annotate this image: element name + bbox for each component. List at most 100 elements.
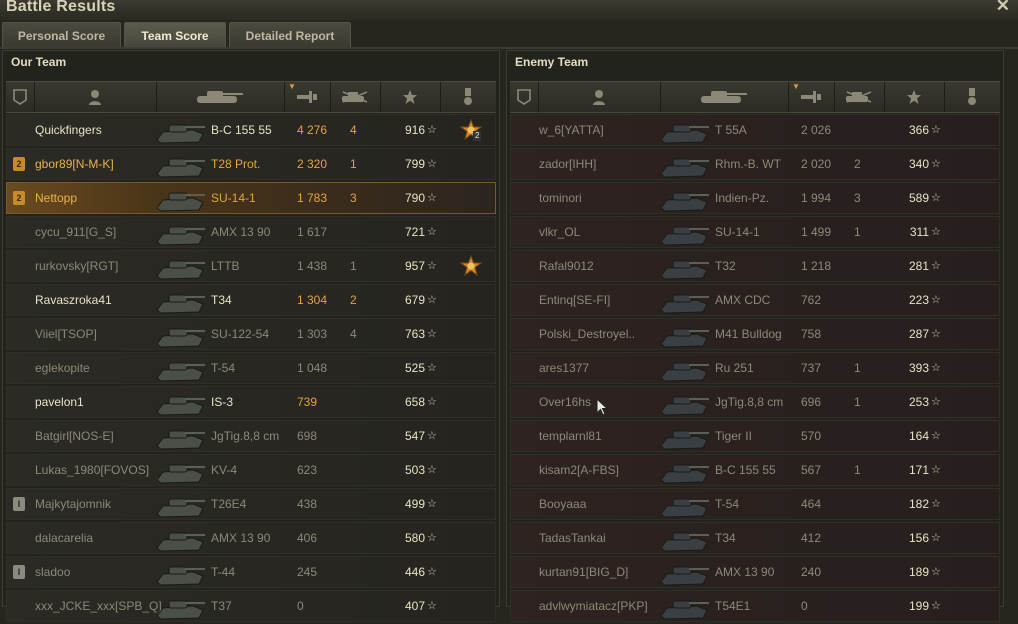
xp-star-icon: ☆ bbox=[427, 328, 437, 340]
player-icon[interactable] bbox=[34, 82, 157, 112]
table-row[interactable]: advlwymiatacz[PKP] T54E1 0 199 ☆ bbox=[510, 590, 1000, 622]
table-row[interactable]: eglekopite T-54 1 048 525 ☆ bbox=[6, 352, 496, 384]
damage-value: 739 bbox=[297, 395, 318, 409]
xp-value: 281 bbox=[908, 259, 929, 273]
xp-value: 311 bbox=[909, 225, 929, 239]
xp-star-icon: ☆ bbox=[931, 226, 941, 238]
damage-value: 1 218 bbox=[801, 259, 832, 273]
table-row[interactable]: xxx_JCKE_xxx[SPB_Q] T37 0 407 ☆ bbox=[6, 590, 496, 622]
xp-value: 156 bbox=[908, 531, 929, 545]
vehicle-icon[interactable] bbox=[156, 82, 285, 112]
vehicle-thumbnail-icon bbox=[156, 124, 205, 144]
kills-value: 2 bbox=[854, 157, 861, 171]
enemy-team-rows: w_6[YATTA] T 55A 2 026 366 ☆ zador[IHH] Rhm.-B… bbox=[510, 114, 1000, 624]
medal-award-icon bbox=[459, 255, 483, 277]
table-row[interactable]: dalacarelia AMX 13 90 406 580 ☆ bbox=[6, 522, 496, 554]
xp-value: 658 bbox=[404, 395, 425, 409]
table-row[interactable]: zador[IHH] Rhm.-B. WT 2 020 2 340 ☆ bbox=[510, 148, 1000, 180]
damage-value: 1 617 bbox=[297, 225, 328, 239]
player-name: ares1377 bbox=[539, 361, 590, 375]
kills-value: 3 bbox=[350, 191, 357, 205]
xp-star-icon: ☆ bbox=[931, 124, 941, 136]
table-row[interactable]: rurkovsky[RGT] LTTB 1 438 1 957 ☆ bbox=[6, 250, 496, 282]
xp-star-icon: ☆ bbox=[931, 566, 941, 578]
damage-value: 698 bbox=[297, 429, 318, 443]
damage-value: 1 304 bbox=[297, 293, 328, 307]
table-row[interactable]: Over16hs JgTig.8,8 cm 696 1 253 ☆ bbox=[510, 386, 1000, 418]
close-icon[interactable]: ✕ bbox=[996, 0, 1010, 16]
player-name: dalacarelia bbox=[35, 531, 94, 545]
vehicle-thumbnail-icon bbox=[660, 192, 709, 212]
table-row[interactable]: ares1377 Ru 251 737 1 393 ☆ bbox=[510, 352, 1000, 384]
table-row[interactable]: kisam2[A-FBS] B-C 155 55 567 1 171 ☆ bbox=[510, 454, 1000, 486]
vehicle-name: M41 Bulldog bbox=[715, 327, 782, 341]
table-row[interactable]: Ravaszroka41 T34 1 304 2 679 ☆ bbox=[6, 284, 496, 316]
xp-value: 340 bbox=[908, 157, 929, 171]
xp-value: 721 bbox=[404, 225, 425, 239]
tab-team-score[interactable]: Team Score bbox=[124, 22, 226, 48]
medal-icon[interactable] bbox=[440, 82, 496, 112]
table-row[interactable]: Viiel[TSOP] SU-122-54 1 303 4 763 ☆ bbox=[6, 318, 496, 350]
xp-star-icon: ☆ bbox=[931, 532, 941, 544]
tab-detailed-report[interactable]: Detailed Report bbox=[229, 22, 351, 48]
squad-badge-icon: 2 bbox=[13, 157, 25, 171]
table-row[interactable]: Polski_Destroyel.. M41 Bulldog 758 287 ☆ bbox=[510, 318, 1000, 350]
vehicle-thumbnail-icon bbox=[660, 396, 709, 416]
vehicle-name: Ru 251 bbox=[715, 361, 754, 375]
table-row[interactable]: Quickfingers B-C 155 55 4 276 4 916 ☆ 2 bbox=[6, 114, 496, 146]
kills-icon[interactable] bbox=[834, 82, 885, 112]
xp-star-icon: ☆ bbox=[931, 362, 941, 374]
xp-value: 407 bbox=[404, 599, 425, 613]
damage-value: 758 bbox=[801, 327, 822, 341]
vehicle-thumbnail-icon bbox=[156, 328, 205, 348]
player-icon[interactable] bbox=[538, 82, 661, 112]
table-row[interactable]: Entinq[SE-FI] AMX CDC 762 223 ☆ bbox=[510, 284, 1000, 316]
vehicle-name: Rhm.-B. WT bbox=[715, 157, 781, 171]
table-row[interactable]: kurtan91[BIG_D] AMX 13 90 240 189 ☆ bbox=[510, 556, 1000, 588]
table-row[interactable]: cycu_911[G_S] AMX 13 90 1 617 721 ☆ bbox=[6, 216, 496, 248]
xp-star-icon[interactable] bbox=[380, 82, 441, 112]
damage-value: 1 048 bbox=[297, 361, 328, 375]
player-name: Rafal9012 bbox=[539, 259, 594, 273]
xp-star-icon: ☆ bbox=[427, 396, 437, 408]
damage-icon[interactable]: ▼ bbox=[284, 82, 331, 112]
xp-value: 799 bbox=[404, 157, 425, 171]
damage-value: 2 020 bbox=[801, 157, 832, 171]
squad-icon[interactable] bbox=[510, 82, 539, 112]
vehicle-icon[interactable] bbox=[660, 82, 789, 112]
vehicle-name: Tiger II bbox=[715, 429, 752, 443]
table-row[interactable]: templarnl81 Tiger II 570 164 ☆ bbox=[510, 420, 1000, 452]
damage-value: 245 bbox=[297, 565, 318, 579]
xp-value: 223 bbox=[908, 293, 929, 307]
vehicle-thumbnail-icon bbox=[156, 600, 205, 620]
table-row[interactable]: Rafal9012 T32 1 218 281 ☆ bbox=[510, 250, 1000, 282]
vehicle-name: SU-122-54 bbox=[211, 327, 270, 341]
xp-value: 763 bbox=[404, 327, 425, 341]
table-row[interactable]: 2 Nettopp SU-14-1 1 783 3 790 ☆ bbox=[6, 182, 496, 214]
squad-icon[interactable] bbox=[6, 82, 35, 112]
table-row[interactable]: I Majkytajomnik T26E4 438 499 ☆ bbox=[6, 488, 496, 520]
damage-value: 0 bbox=[801, 599, 808, 613]
vehicle-thumbnail-icon bbox=[156, 396, 205, 416]
damage-icon[interactable]: ▼ bbox=[788, 82, 835, 112]
table-row[interactable]: Batgirl[NOS-E] JgTig.8,8 cm 698 547 ☆ bbox=[6, 420, 496, 452]
table-row[interactable]: 2 gbor89[N-M-K] T28 Prot. 2 320 1 799 ☆ bbox=[6, 148, 496, 180]
table-row[interactable]: tominori Indien-Pz. 1 994 3 589 ☆ bbox=[510, 182, 1000, 214]
table-row[interactable]: pavelon1 IS-3 739 658 ☆ bbox=[6, 386, 496, 418]
xp-star-icon[interactable] bbox=[884, 82, 945, 112]
vehicle-name: B-C 155 55 bbox=[211, 123, 272, 137]
table-row[interactable]: w_6[YATTA] T 55A 2 026 366 ☆ bbox=[510, 114, 1000, 146]
xp-value: 916 bbox=[404, 123, 425, 137]
tab-personal-score[interactable]: Personal Score bbox=[2, 22, 121, 48]
player-name: rurkovsky[RGT] bbox=[35, 259, 119, 273]
player-name: kurtan91[BIG_D] bbox=[539, 565, 629, 579]
table-row[interactable]: Booyaaa T-54 464 182 ☆ bbox=[510, 488, 1000, 520]
xp-value: 957 bbox=[404, 259, 425, 273]
medal-icon[interactable] bbox=[944, 82, 1000, 112]
table-row[interactable]: TadasTankai T34 412 156 ☆ bbox=[510, 522, 1000, 554]
table-row[interactable]: Lukas_1980[FOVOS] KV-4 623 503 ☆ bbox=[6, 454, 496, 486]
xp-star-icon: ☆ bbox=[427, 532, 437, 544]
table-row[interactable]: Isladoo T-44 245 446 ☆ bbox=[6, 556, 496, 588]
table-row[interactable]: vlkr_OL SU-14-1 1 499 1 311 ☆ bbox=[510, 216, 1000, 248]
kills-icon[interactable] bbox=[330, 82, 381, 112]
